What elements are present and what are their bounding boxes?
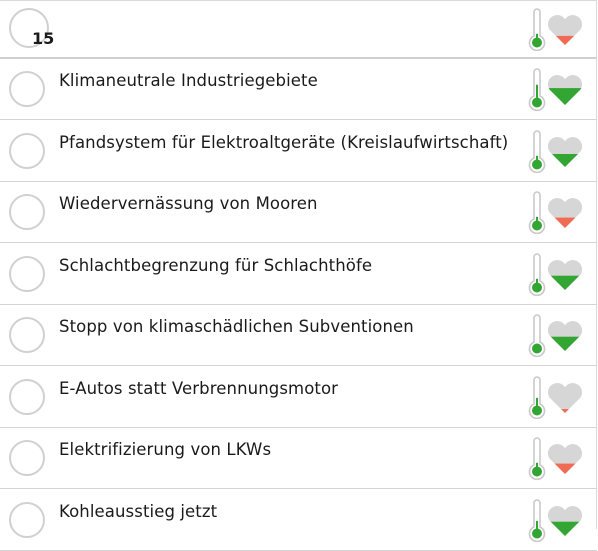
- item-indicators: [527, 375, 591, 420]
- select-circle[interactable]: [9, 378, 45, 415]
- select-circle[interactable]: [9, 255, 45, 292]
- item-label: Schlachtbegrenzung für Schlachthöfe: [59, 255, 373, 275]
- item-indicators: [527, 437, 591, 481]
- list-item-3[interactable]: Wiedervernässung von Mooren: [0, 182, 597, 243]
- item-indicators: [527, 129, 591, 174]
- item-indicators: [527, 68, 591, 112]
- heart-icon: [547, 136, 583, 167]
- list-item-2[interactable]: Pfandsystem für Elektroaltgeräte (Kreisl…: [0, 121, 597, 182]
- item-indicators: [527, 252, 591, 297]
- heart-icon: [547, 321, 583, 351]
- thermometer-icon: [528, 8, 546, 52]
- header-indicators: [527, 8, 591, 52]
- heart-icon: [547, 75, 583, 105]
- list-item-6[interactable]: E-Autos statt Verbrennungsmotor: [0, 367, 597, 428]
- thermometer-icon: [528, 191, 546, 235]
- item-label: Kohleausstieg jetzt: [59, 501, 218, 521]
- thermometer-icon: [528, 314, 546, 358]
- select-circle[interactable]: [9, 132, 45, 169]
- list-item-1[interactable]: Klimaneutrale Industriegebiete: [0, 59, 597, 120]
- thermometer-icon: [528, 68, 546, 112]
- thermometer-icon: [528, 375, 546, 419]
- heart-icon: [547, 259, 583, 290]
- list-item-7[interactable]: Elektrifizierung von LKWs: [0, 428, 597, 489]
- heart-icon: [547, 505, 583, 536]
- item-label: Wiedervernässung von Mooren: [59, 194, 318, 213]
- heart-icon: [547, 15, 583, 45]
- item-label: Elektrifizierung von LKWs: [59, 440, 272, 459]
- item-label: Pfandsystem für Elektroaltgeräte (Kreisl…: [59, 132, 509, 152]
- item-label: Stopp von klimaschädlichen Subventionen: [59, 317, 414, 336]
- item-indicators: [527, 191, 591, 235]
- list-item-8[interactable]: Kohleausstieg jetzt: [0, 490, 597, 551]
- heart-icon: [547, 198, 583, 228]
- proposal-list: 15 Klimaneutrale Industriegebiete Pfands…: [0, 0, 597, 551]
- item-indicators: [527, 498, 591, 543]
- thermometer-icon: [528, 129, 546, 173]
- thermometer-icon: [528, 498, 546, 542]
- select-circle[interactable]: [9, 440, 45, 476]
- list-header: 15: [0, 0, 597, 59]
- list-item-4[interactable]: Schlachtbegrenzung für Schlachthöfe: [0, 244, 597, 305]
- item-indicators: [527, 314, 591, 358]
- select-circle[interactable]: [9, 317, 45, 353]
- selected-count: 15: [32, 29, 55, 48]
- list-item-5[interactable]: Stopp von klimaschädlichen Subventionen: [0, 305, 597, 366]
- select-circle[interactable]: [9, 501, 45, 538]
- thermometer-icon: [528, 437, 546, 481]
- heart-icon: [547, 382, 583, 413]
- select-circle[interactable]: [9, 71, 45, 107]
- item-label: Klimaneutrale Industriegebiete: [59, 71, 318, 90]
- item-label: E-Autos statt Verbrennungsmotor: [59, 378, 339, 398]
- select-circle[interactable]: [9, 194, 45, 230]
- thermometer-icon: [528, 252, 546, 296]
- heart-icon: [547, 444, 583, 474]
